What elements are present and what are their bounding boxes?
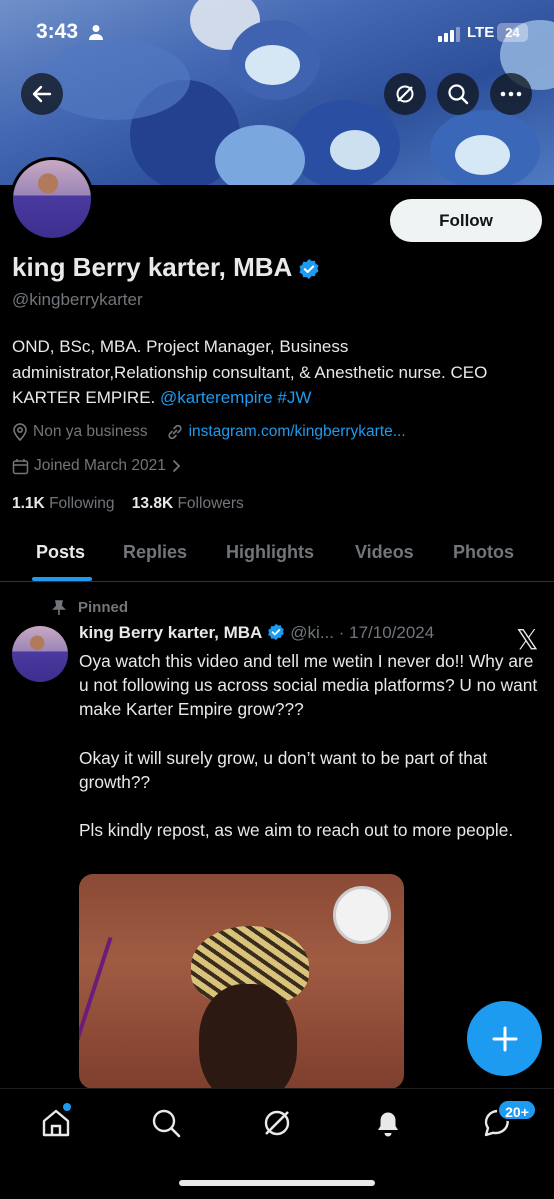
following-count: 1.1K [12, 495, 45, 512]
pinned-text: Pinned [78, 599, 129, 616]
tweet-paragraph: Oya watch this video and tell me wetin I… [79, 651, 538, 720]
following-link[interactable]: 1.1K Following [12, 495, 115, 512]
bio-mention-link[interactable]: @karterempire [160, 388, 273, 407]
chevron-right-icon [172, 460, 181, 472]
followers-count: 13.8K [131, 495, 174, 512]
follow-button[interactable]: Follow [390, 199, 542, 242]
active-tab-indicator [32, 577, 92, 581]
tweet-author-name[interactable]: king Berry karter, MBA [79, 623, 262, 642]
profile-tabs: Posts Replies Highlights Videos Photos [0, 526, 554, 582]
network-label: LTE [467, 24, 495, 41]
home-unread-dot [63, 1103, 71, 1111]
display-name-text: king Berry karter, MBA [12, 252, 293, 282]
profile-website-link[interactable]: instagram.com/kingberrykarte... [189, 423, 406, 441]
tweet-text[interactable]: Oya watch this video and tell me wetin I… [79, 649, 545, 843]
verified-badge-icon [268, 623, 285, 641]
tweet-video-thumbnail[interactable] [79, 874, 404, 1089]
profile-avatar[interactable] [10, 157, 94, 241]
tweet-handle-date: @ki... · 17/10/2024 [290, 623, 435, 642]
person-icon [89, 25, 103, 40]
signal-icon [438, 26, 462, 42]
profile-bio: OND, BSc, MBA. Project Manager, Business… [12, 334, 542, 411]
profile-joined: Joined March 2021 [34, 457, 166, 474]
profile-location: Non ya business [33, 423, 148, 440]
tab-photos[interactable]: Photos [453, 542, 514, 563]
followers-link[interactable]: 13.8K Followers [132, 495, 244, 512]
profile-handle: @kingberrykarter [12, 290, 143, 309]
profile-display-name: king Berry karter, MBA [12, 252, 320, 283]
tab-posts[interactable]: Posts [36, 542, 85, 563]
tab-videos[interactable]: Videos [355, 542, 414, 563]
tweet-paragraph: Pls kindly repost, as we aim to reach ou… [79, 820, 514, 841]
grok-button[interactable] [384, 73, 426, 115]
notifications-icon[interactable] [372, 1107, 404, 1139]
following-label: Following [49, 495, 115, 512]
link-icon [167, 424, 182, 440]
tweet-header: king Berry karter, MBA @ki... · 17/10/20… [79, 623, 434, 643]
compose-post-button[interactable] [467, 1001, 542, 1076]
bio-hashtag-link[interactable]: #JW [277, 388, 311, 407]
tab-highlights[interactable]: Highlights [226, 542, 314, 563]
back-button[interactable] [21, 73, 63, 115]
profile-location-row: Non ya business instagram.com/kingberryk… [12, 423, 406, 441]
followers-label: Followers [177, 495, 244, 512]
home-indicator[interactable] [179, 1180, 375, 1186]
more-button[interactable] [490, 73, 532, 115]
location-icon [13, 423, 27, 441]
grok-icon[interactable] [261, 1107, 293, 1139]
pin-icon [52, 599, 66, 615]
home-icon[interactable] [40, 1107, 72, 1139]
search-button[interactable] [437, 73, 479, 115]
more-icon [500, 91, 522, 97]
profile-counts: 1.1K Following 13.8K Followers [12, 495, 244, 513]
tweet-avatar[interactable] [12, 626, 68, 682]
battery-indicator: 24 [497, 23, 528, 42]
plus-icon [492, 1026, 517, 1051]
verified-badge-icon [299, 259, 319, 280]
tweet-paragraph: Okay it will surely grow, u don’t want t… [79, 747, 488, 792]
grok-icon [396, 85, 414, 103]
calendar-icon [12, 458, 29, 474]
notification-badge: 20+ [497, 1099, 537, 1121]
search-icon[interactable] [150, 1107, 182, 1139]
arrow-left-icon [32, 85, 52, 103]
search-icon [448, 84, 469, 105]
pinned-label: Pinned [52, 599, 128, 616]
profile-joined-row[interactable]: Joined March 2021 [12, 457, 187, 475]
status-bar: 3:43 LTE 24 [0, 0, 554, 64]
tab-replies[interactable]: Replies [123, 542, 187, 563]
status-time: 3:43 [36, 20, 79, 43]
